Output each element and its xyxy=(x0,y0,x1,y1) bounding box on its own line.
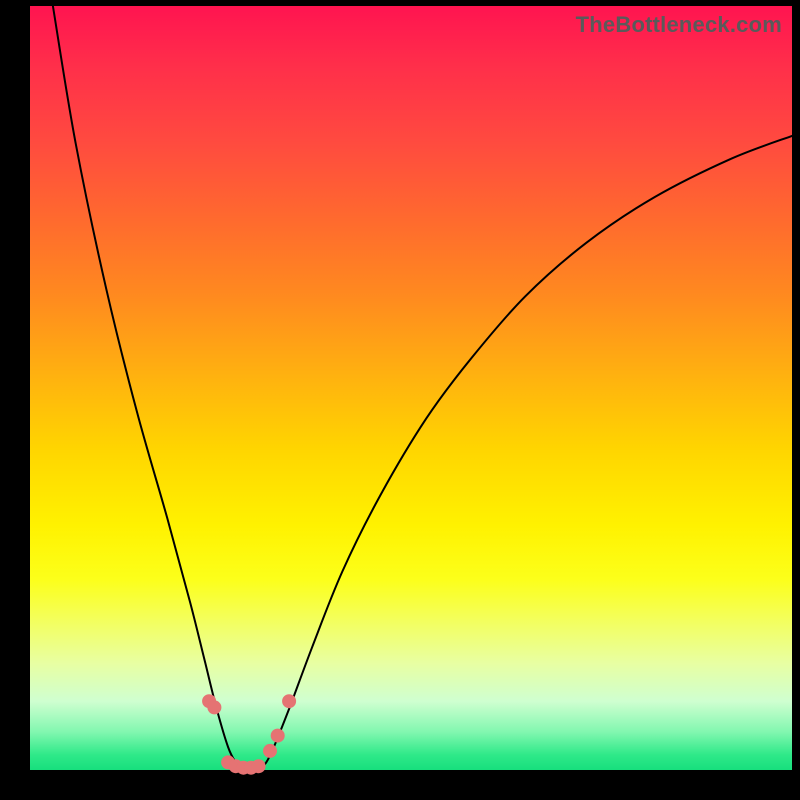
marker-dot xyxy=(282,694,296,708)
plot-area: TheBottleneck.com xyxy=(30,6,792,770)
marker-dot xyxy=(263,744,277,758)
chart-svg xyxy=(30,6,792,770)
curve-markers xyxy=(202,694,296,775)
bottleneck-curve xyxy=(53,6,792,771)
chart-frame: TheBottleneck.com xyxy=(0,0,800,800)
marker-dot xyxy=(252,759,266,773)
marker-dot xyxy=(271,729,285,743)
marker-dot xyxy=(207,700,221,714)
